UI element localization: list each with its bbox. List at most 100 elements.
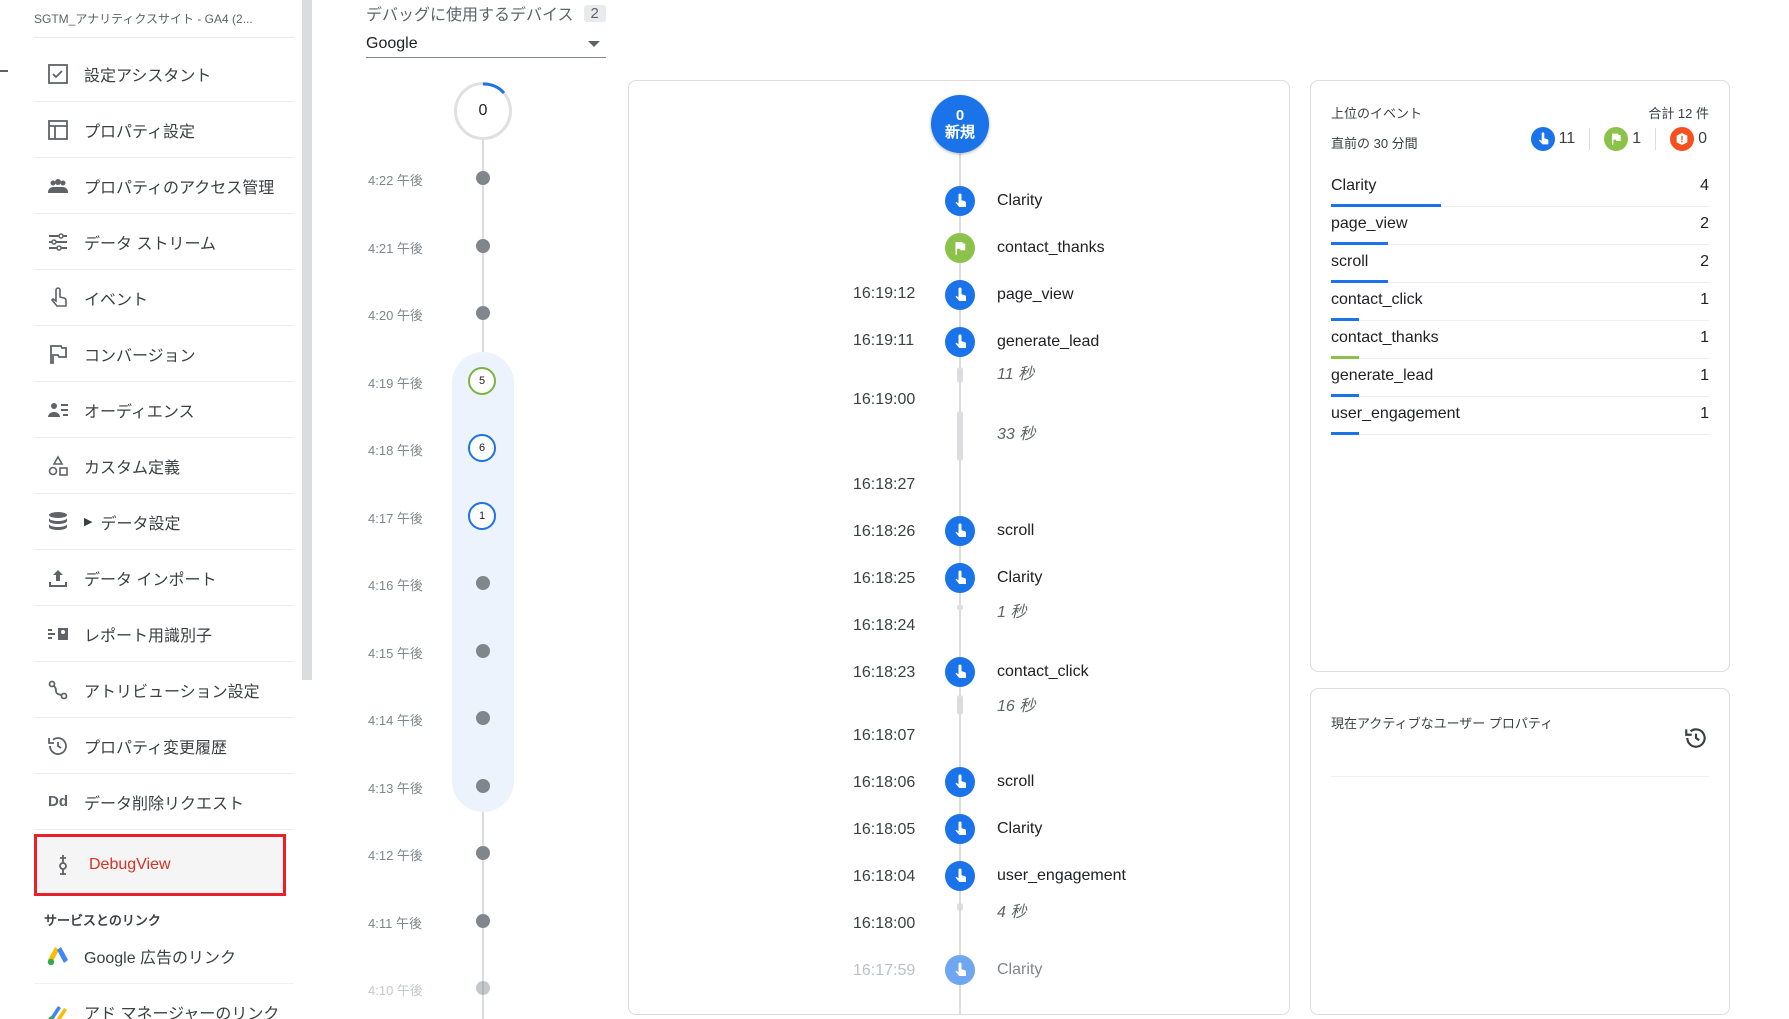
top-event-row[interactable]: scroll 2 [1331,245,1709,283]
top-event-name: scroll [1331,253,1369,270]
error-icon [1670,127,1695,151]
event-timestamp: 16:18:04 [853,868,916,885]
event-name: Clarity [997,961,1043,978]
minute-dot[interactable] [476,778,490,793]
minute-row: 4:11 午後 [360,909,540,933]
event-item[interactable]: Clarity [945,813,1245,845]
touch-icon [945,516,975,546]
touch-icon [945,955,975,985]
minute-time: 4:22 午後 [368,173,423,188]
shapes-icon [44,452,72,480]
sidebar-item-attribution-settings[interactable]: アトリビューション設定 [34,662,294,718]
sidebar-item-custom-definitions[interactable]: カスタム定義 [34,438,294,494]
top-event-row[interactable]: contact_click 1 [1331,283,1709,321]
minute-row: 4:14 午後 [360,706,540,730]
minute-time: 4:18 午後 [368,443,423,458]
minute-row: 4:10 午後 [360,976,540,1000]
audience-icon [44,396,72,424]
new-events-badge[interactable]: 0 新規 [931,95,989,153]
top-event-row[interactable]: Clarity 4 [1331,169,1709,207]
event-name: Clarity [997,569,1043,586]
device-dropdown[interactable]: Google [366,30,606,58]
minute-dot[interactable] [476,711,490,725]
expand-arrow-icon[interactable]: ▶ [84,515,92,528]
sidebar-item-property-settings[interactable]: プロパティ設定 [34,102,294,158]
sidebar-item-debugview[interactable]: DebugView [34,834,286,896]
top-event-row[interactable]: user_engagement 1 [1331,397,1709,435]
event-count-green: 1 [1632,130,1642,147]
collapse-handle[interactable] [0,70,8,72]
sidebar-item-label: イベント [84,291,149,309]
minute-dot[interactable] [476,171,490,185]
minute-dot[interactable] [476,576,490,590]
top-event-row[interactable]: contact_thanks 1 [1331,321,1709,359]
event-item[interactable]: scroll [945,766,1245,798]
minute-time: 4:10 午後 [368,983,423,998]
top-event-name: generate_lead [1331,367,1434,384]
flag-icon [44,340,72,368]
sidebar-scrollbar[interactable] [302,0,312,680]
sidebar-item-conversions[interactable]: コンバージョン [34,326,294,382]
sidebar-item-setup-assistant[interactable]: 設定アシスタント [34,46,294,102]
device-dropdown-value: Google [366,34,418,52]
sidebar-item-label: コンバージョン [84,347,196,365]
debug-device-selector: デバッグに使用するデバイス 2 Google [366,0,606,58]
sidebar-item-google-ads-links[interactable]: Google 広告のリンク [34,928,294,984]
event-timestamp: 16:18:27 [853,476,916,493]
minute-time: 4:17 午後 [368,510,423,526]
sidebar-item-reporting-identity[interactable]: レポート用識別子 [34,606,294,662]
minute-row: 4:13 午後 [360,774,540,798]
touch-icon [945,327,975,357]
touch-icon [945,767,975,797]
minute-dot[interactable] [476,238,490,253]
event-item[interactable]: Clarity [945,562,1245,594]
event-item[interactable]: Clarity [945,954,1245,986]
streams-icon [44,228,72,256]
top-event-count: 1 [1700,291,1709,308]
sidebar-item-data-deletion[interactable]: Dd データ削除リクエスト [34,774,294,830]
sidebar-item-label: データ ストリーム [84,235,216,253]
event-type-counts: 11 1 0 [1530,127,1707,151]
event-item[interactable]: page_view [945,279,1245,311]
event-timestamp: 16:18:05 [853,821,916,838]
minute-dot[interactable] [476,913,490,928]
top-event-row[interactable]: page_view 2 [1331,207,1709,245]
event-timestamp: 16:19:00 [853,391,916,408]
sidebar-item-label: データ削除リクエスト [84,795,245,813]
top-event-count: 1 [1700,405,1709,422]
checklist-icon [44,60,72,88]
sidebar-item-ad-manager-links[interactable]: アド マネージャーのリンク [34,984,294,1019]
minute-dot[interactable] [476,981,490,995]
event-item[interactable]: Clarity [945,185,1245,217]
sidebar-item-events[interactable]: イベント [34,270,294,326]
current-minute-counter[interactable]: 0 [454,82,512,140]
event-timestamp: 16:19:12 [853,285,916,302]
event-name: scroll [997,522,1035,539]
event-item[interactable]: contact_thanks [945,232,1245,264]
sidebar-item-data-settings[interactable]: ▶ データ設定 [34,494,294,550]
event-timestamp: 16:18:23 [853,664,916,681]
linked-services-heading: サービスとのリンク [44,913,161,928]
minute-event-count[interactable]: 1 [468,501,496,530]
history-icon[interactable] [1683,725,1709,751]
sidebar-item-change-history[interactable]: プロパティ変更履歴 [34,718,294,774]
event-item[interactable]: generate_lead [945,326,1245,358]
sidebar-item-access-management[interactable]: プロパティのアクセス管理 [34,158,294,214]
event-item[interactable]: user_engagement [945,860,1245,892]
minute-dot[interactable] [476,643,490,658]
event-item[interactable]: scroll [945,515,1245,547]
event-item[interactable]: contact_click [945,656,1245,688]
sidebar-item-label: プロパティのアクセス管理 [84,179,275,197]
upload-icon [44,564,72,592]
top-event-row[interactable]: generate_lead 1 [1331,359,1709,397]
minute-event-count[interactable]: 6 [468,434,496,462]
sidebar-item-audiences[interactable]: オーディエンス [34,382,294,438]
sidebar-item-data-import[interactable]: データ インポート [34,550,294,606]
minute-dot[interactable] [476,846,490,860]
minute-event-count[interactable]: 5 [468,366,496,395]
minute-row: 4:20 午後 [360,301,540,325]
sidebar-item-data-streams[interactable]: データ ストリーム [34,214,294,270]
minute-time: 4:11 午後 [368,915,422,931]
minute-dot[interactable] [476,306,490,320]
sidebar-item-label: オーディエンス [84,403,195,421]
